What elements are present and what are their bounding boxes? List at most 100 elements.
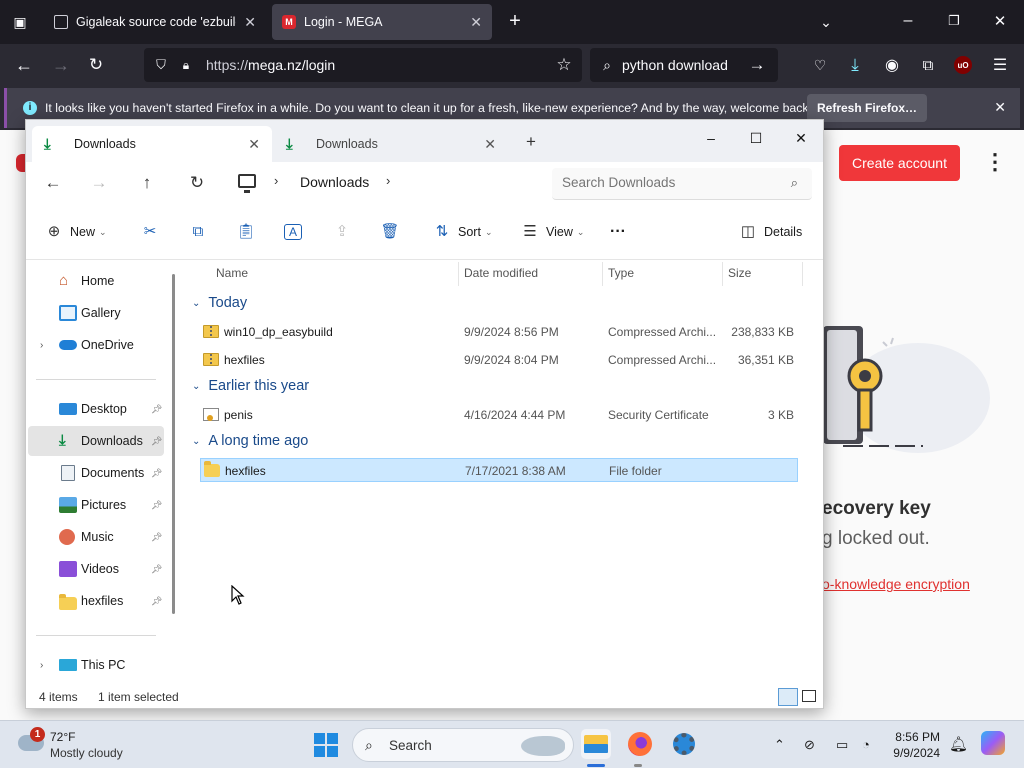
paste-button[interactable]: 📋︎ bbox=[236, 220, 256, 244]
chevron-right-icon[interactable]: › bbox=[40, 660, 43, 671]
search-input[interactable] bbox=[562, 175, 762, 190]
copy-button[interactable]: ⧉ bbox=[188, 220, 208, 244]
file-row[interactable]: win10_dp_easybuild 9/9/2024 8:56 PM Comp… bbox=[200, 320, 798, 344]
forward-icon[interactable]: → bbox=[88, 172, 110, 194]
reload-icon[interactable]: ↻ bbox=[85, 54, 107, 76]
share-button[interactable]: ⇪ bbox=[332, 220, 352, 244]
close-notification-icon[interactable]: ✕ bbox=[994, 99, 1006, 116]
breadcrumb-downloads[interactable]: Downloads bbox=[300, 174, 369, 190]
pin-icon[interactable]: 📌︎ bbox=[151, 436, 162, 447]
close-tab-icon[interactable]: ✕ bbox=[244, 14, 256, 31]
browser-tab-gigaleak[interactable]: Gigaleak source code 'ezbuild ✕ bbox=[44, 4, 266, 40]
details-view-icon[interactable] bbox=[778, 688, 798, 706]
refresh-icon[interactable]: ↻ bbox=[186, 172, 208, 194]
close-tab-icon[interactable]: ✕ bbox=[484, 136, 496, 153]
up-icon[interactable]: ↑ bbox=[136, 172, 158, 194]
pin-icon[interactable]: 📌︎ bbox=[151, 500, 162, 511]
weather-widget[interactable]: 1 72°F Mostly cloudy bbox=[18, 727, 158, 763]
sidebar-item-desktop[interactable]: Desktop 📌︎ bbox=[28, 394, 164, 424]
sidebar-item-hexfiles[interactable]: hexfiles 📌︎ bbox=[28, 586, 164, 616]
network-off-icon[interactable]: ⊘ bbox=[804, 737, 815, 753]
column-divider[interactable] bbox=[802, 262, 803, 286]
group-header-a-long-time-ago[interactable]: ⌄ A long time ago bbox=[192, 433, 308, 449]
search-box[interactable]: ⌕ bbox=[552, 168, 812, 200]
pocket-icon[interactable]: ♡ bbox=[810, 55, 830, 75]
sidebar-item-gallery[interactable]: Gallery bbox=[28, 298, 164, 328]
more-options-icon[interactable]: ⋮ bbox=[984, 150, 1006, 178]
taskbar-search[interactable]: ⌕ Search bbox=[352, 728, 574, 762]
shield-icon[interactable]: ⛉ bbox=[152, 56, 170, 74]
sidebar-scrollbar[interactable] bbox=[172, 274, 175, 614]
sidebar-item-documents[interactable]: Documents 📌︎ bbox=[28, 458, 164, 488]
downloads-icon[interactable]: ⤓ bbox=[845, 54, 865, 76]
pin-icon[interactable]: 📌︎ bbox=[151, 468, 162, 479]
go-arrow-icon[interactable]: → bbox=[746, 55, 768, 75]
file-row[interactable]: hexfiles 9/9/2024 8:04 PM Compressed Arc… bbox=[200, 348, 798, 372]
chevron-right-icon[interactable]: › bbox=[40, 340, 43, 351]
group-header-earlier-this-year[interactable]: ⌄ Earlier this year bbox=[192, 378, 309, 394]
cut-button[interactable]: ✂ bbox=[140, 220, 160, 244]
taskbar-settings[interactable] bbox=[669, 729, 699, 759]
maximize-icon[interactable]: ☐ bbox=[733, 124, 779, 152]
file-row-selected[interactable]: hexfiles 7/17/2021 8:38 AM File folder bbox=[200, 458, 798, 482]
close-tab-icon[interactable]: ✕ bbox=[248, 136, 260, 153]
new-button[interactable]: ⊕ New ⌄ bbox=[44, 220, 107, 244]
taskbar-file-explorer[interactable] bbox=[581, 729, 611, 759]
group-header-today[interactable]: ⌄ Today bbox=[192, 295, 247, 311]
url-bar[interactable]: ⛉ 🔒︎ https://mega.nz/login ☆ bbox=[144, 48, 582, 82]
column-header-date[interactable]: Date modified bbox=[464, 266, 538, 280]
browser-tab-mega-login[interactable]: M Login - MEGA ✕ bbox=[272, 4, 492, 40]
close-window-icon[interactable]: ✕ bbox=[778, 124, 824, 152]
ublock-icon[interactable]: uO bbox=[954, 56, 972, 74]
rename-button[interactable]: A bbox=[284, 220, 302, 244]
file-row[interactable]: penis 4/16/2024 4:44 PM Security Certifi… bbox=[200, 403, 798, 427]
sort-button[interactable]: ⇅ Sort ⌄ bbox=[432, 220, 493, 244]
back-icon[interactable]: ← bbox=[42, 172, 64, 194]
create-account-button[interactable]: Create account bbox=[839, 145, 960, 181]
details-button[interactable]: ◫ Details bbox=[738, 220, 802, 244]
sidebar-item-videos[interactable]: Videos 📌︎ bbox=[28, 554, 164, 584]
column-divider[interactable] bbox=[458, 262, 459, 286]
sidebar-item-downloads[interactable]: ⤓ Downloads 📌︎ bbox=[28, 426, 164, 456]
back-icon[interactable]: ← bbox=[13, 54, 35, 76]
minimize-icon[interactable]: – bbox=[688, 124, 734, 152]
tab-list-icon[interactable]: ▣ bbox=[10, 12, 30, 32]
chevron-down-icon[interactable]: ⌄ bbox=[816, 12, 836, 32]
sidebar-item-pictures[interactable]: Pictures 📌︎ bbox=[28, 490, 164, 520]
volume-icon[interactable]: ◔ bbox=[862, 737, 870, 752]
system-clock[interactable]: 8:56 PM 9/9/2024 bbox=[884, 729, 940, 761]
explorer-tab-downloads-active[interactable]: ⤓ Downloads ✕ bbox=[32, 126, 272, 162]
taskbar-firefox[interactable] bbox=[625, 729, 655, 759]
pin-icon[interactable]: 📌︎ bbox=[151, 404, 162, 415]
column-header-size[interactable]: Size bbox=[728, 266, 751, 280]
new-tab-icon[interactable]: + bbox=[504, 10, 526, 32]
extensions-icon[interactable]: ⧉ bbox=[918, 54, 938, 76]
this-pc-icon[interactable] bbox=[238, 174, 256, 193]
refresh-firefox-button[interactable]: Refresh Firefox… bbox=[807, 94, 927, 122]
forward-icon[interactable]: → bbox=[50, 54, 72, 76]
device-icon[interactable]: ▭ bbox=[836, 737, 848, 753]
pin-icon[interactable]: 📌︎ bbox=[151, 564, 162, 575]
zero-knowledge-link[interactable]: o-knowledge encryption bbox=[822, 576, 970, 592]
chevron-up-icon[interactable]: ⌃ bbox=[774, 737, 785, 753]
column-header-name[interactable]: Name bbox=[216, 266, 248, 280]
pin-icon[interactable]: 📌︎ bbox=[151, 596, 162, 607]
column-divider[interactable] bbox=[722, 262, 723, 286]
search-bar[interactable]: ⌕ python download → bbox=[590, 48, 778, 82]
bookmark-star-icon[interactable]: ☆ bbox=[554, 55, 574, 75]
sidebar-item-home[interactable]: ⌂ Home bbox=[28, 266, 164, 296]
account-icon[interactable]: ◉ bbox=[882, 54, 902, 76]
lock-icon[interactable]: 🔒︎ bbox=[178, 56, 194, 74]
breadcrumb-chevron-icon[interactable]: › bbox=[274, 173, 278, 188]
close-window-icon[interactable]: ✕ bbox=[990, 10, 1010, 32]
menu-icon[interactable]: ☰ bbox=[990, 54, 1010, 76]
view-button[interactable]: ☰ View ⌄ bbox=[520, 220, 584, 244]
close-tab-icon[interactable]: ✕ bbox=[470, 14, 482, 31]
sidebar-item-music[interactable]: Music 📌︎ bbox=[28, 522, 164, 552]
delete-button[interactable]: 🗑︎ bbox=[380, 220, 400, 244]
breadcrumb-chevron-icon[interactable]: › bbox=[386, 173, 390, 188]
sidebar-item-this-pc[interactable]: › This PC bbox=[28, 650, 164, 680]
more-options-button[interactable]: ··· bbox=[610, 220, 626, 244]
minimize-icon[interactable]: – bbox=[898, 10, 918, 32]
sidebar-item-onedrive[interactable]: › OneDrive bbox=[28, 330, 164, 360]
